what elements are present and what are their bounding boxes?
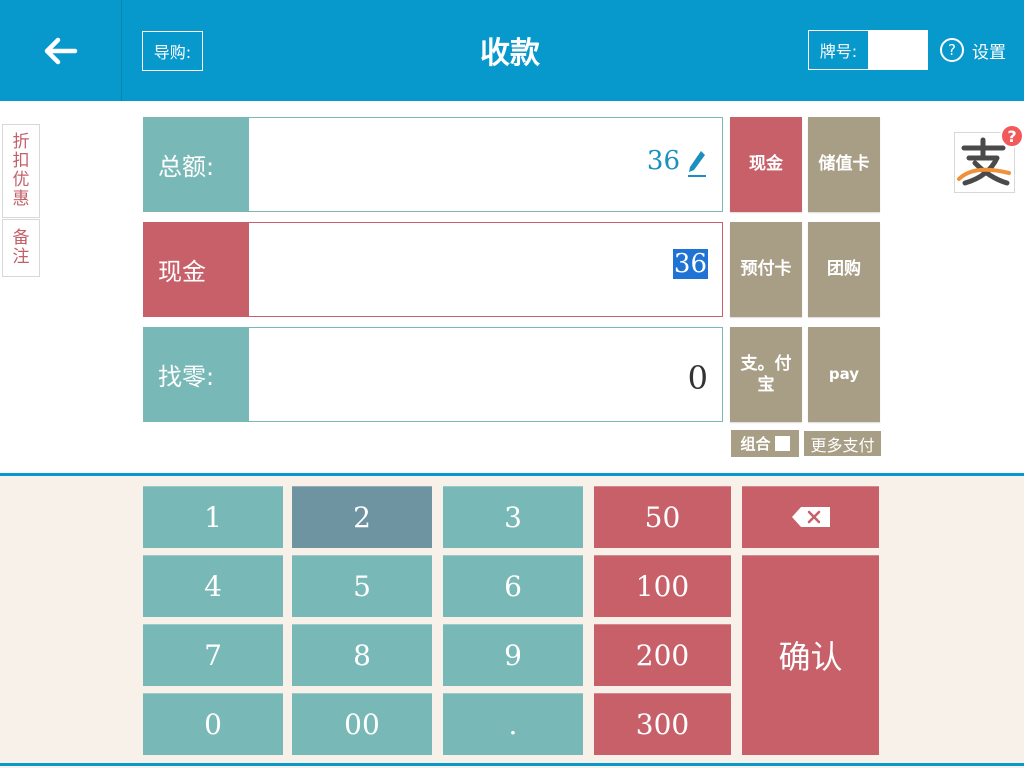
total-value-area[interactable]: 36: [249, 118, 722, 211]
quick-amount-300[interactable]: 300: [594, 693, 731, 755]
settings-button[interactable]: ? 设置: [940, 36, 1006, 64]
change-value: 0: [687, 358, 708, 397]
page-title: 收款: [480, 36, 540, 71]
key-5[interactable]: 5: [292, 555, 432, 617]
pencil-icon[interactable]: [686, 148, 708, 185]
key-7[interactable]: 7: [143, 624, 283, 686]
key-2[interactable]: 2: [292, 486, 432, 548]
discount-tab-char: 折: [12, 132, 30, 152]
help-badge-icon[interactable]: ?: [1000, 124, 1024, 148]
change-amount-row: 找零: 0: [143, 327, 723, 422]
guide-button[interactable]: 导购:: [142, 31, 203, 71]
arrow-left-icon: [44, 37, 77, 64]
cash-value: 36: [672, 249, 708, 279]
stored-value-card-button[interactable]: 储值卡: [808, 117, 880, 212]
discount-tab-char: 扣: [12, 151, 30, 171]
key-3[interactable]: 3: [443, 486, 583, 548]
key-0[interactable]: 0: [143, 693, 283, 755]
group-buy-button[interactable]: 团购: [808, 222, 880, 317]
pay-button[interactable]: pay: [808, 327, 880, 422]
quick-amount-50[interactable]: 50: [594, 486, 731, 548]
combo-label: 组合: [740, 435, 771, 453]
more-payment-button[interactable]: 更多支付: [803, 430, 882, 457]
cash-input[interactable]: 36: [249, 223, 722, 316]
checkbox-icon: [774, 436, 790, 451]
question-circle-icon: ?: [940, 38, 964, 62]
confirm-button[interactable]: 确认: [742, 555, 879, 755]
key-9[interactable]: 9: [443, 624, 583, 686]
cash-amount-row: 现金 36: [143, 222, 723, 317]
total-value: 36: [646, 146, 680, 176]
key-6[interactable]: 6: [443, 555, 583, 617]
alipay-button-line2: 宝: [757, 374, 775, 395]
header-bar: 导购: 收款 牌号: ? 设置: [0, 0, 1024, 101]
note-tab[interactable]: 备 注: [2, 219, 40, 277]
note-tab-char: 备: [12, 228, 30, 248]
settings-label: 设置: [972, 42, 1006, 63]
back-button[interactable]: [0, 0, 122, 101]
discount-tab-char: 优: [12, 170, 30, 190]
alipay-button-line1: 支。付: [740, 353, 792, 374]
plate-number-box: 牌号:: [808, 30, 928, 70]
change-label: 找零:: [144, 328, 249, 421]
key-1[interactable]: 1: [143, 486, 283, 548]
key-00[interactable]: 00: [292, 693, 432, 755]
backspace-button[interactable]: [742, 486, 879, 548]
discount-tab-char: 惠: [12, 189, 30, 209]
plate-number-input[interactable]: [868, 31, 927, 69]
cash-label: 现金: [144, 223, 249, 316]
key-4[interactable]: 4: [143, 555, 283, 617]
total-amount-row: 总额: 36: [143, 117, 723, 212]
quick-amount-100[interactable]: 100: [594, 555, 731, 617]
discount-tab[interactable]: 折 扣 优 惠: [2, 124, 40, 218]
backspace-icon: [791, 507, 830, 527]
key-8[interactable]: 8: [292, 624, 432, 686]
cash-pay-button[interactable]: 现金: [730, 117, 802, 212]
note-tab-char: 注: [12, 247, 30, 267]
bottom-divider: [0, 763, 1024, 766]
alipay-button[interactable]: 支。付 宝: [730, 327, 802, 422]
total-label: 总额:: [144, 118, 249, 211]
combo-pay-toggle[interactable]: 组合: [731, 430, 799, 457]
quick-amount-200[interactable]: 200: [594, 624, 731, 686]
change-value-area: 0: [249, 328, 722, 421]
key-dot[interactable]: .: [443, 693, 583, 755]
prepaid-card-button[interactable]: 预付卡: [730, 222, 802, 317]
plate-number-label: 牌号:: [819, 42, 858, 61]
